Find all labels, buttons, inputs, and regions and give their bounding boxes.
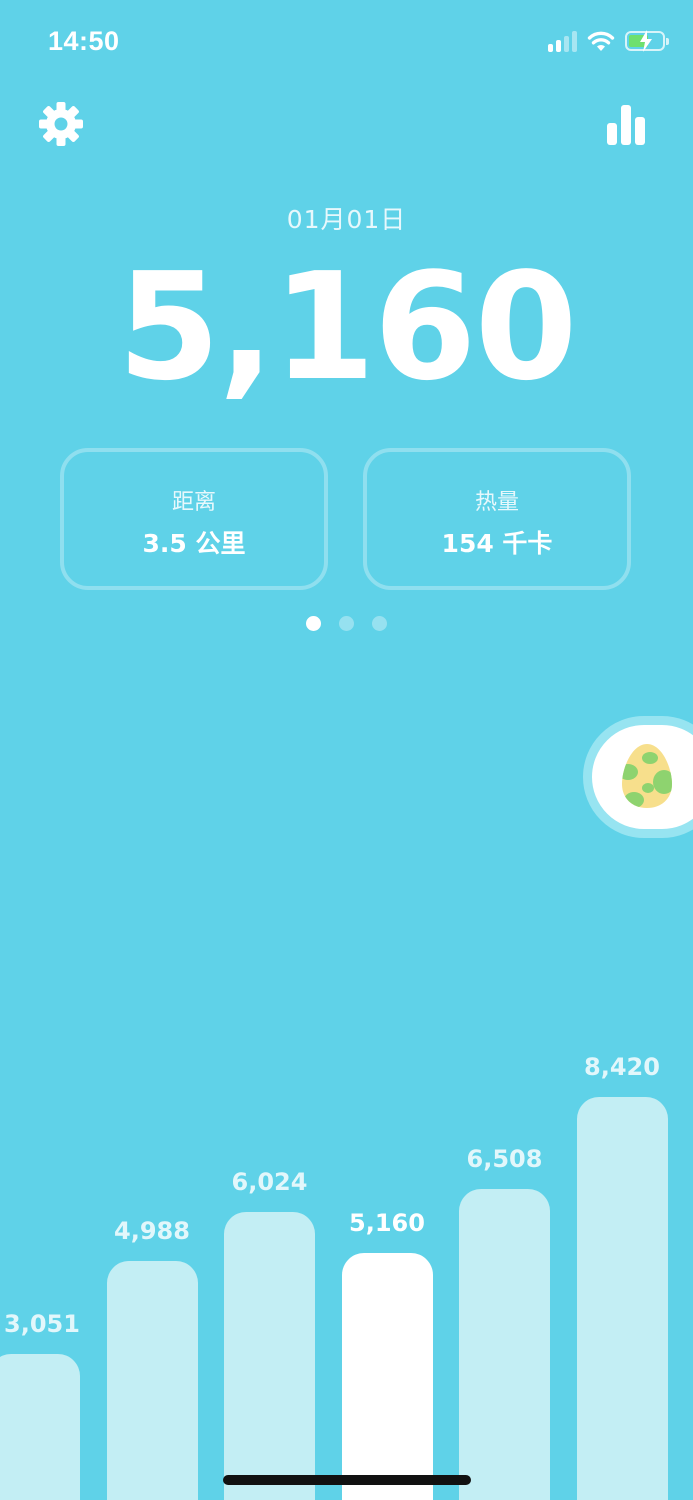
- settings-button[interactable]: [38, 101, 84, 147]
- wifi-icon: [587, 31, 615, 51]
- gear-icon: [39, 102, 83, 146]
- step-counter-screen: 14:50 01月01日 5,160 距离 3.5 公里 热量 154 千卡 3…: [0, 0, 693, 1500]
- battery-charging-icon: [625, 30, 669, 52]
- chart-bar[interactable]: [341, 1253, 433, 1500]
- egg-icon: [622, 744, 672, 808]
- distance-label: 距离: [171, 490, 216, 515]
- calories-label: 热量: [474, 490, 519, 515]
- home-indicator[interactable]: [223, 1475, 471, 1485]
- chart-bar-value-label: 5,160: [349, 1209, 425, 1238]
- calories-card[interactable]: 热量 154 千卡: [363, 448, 631, 590]
- calories-value: 154 千卡: [441, 529, 553, 558]
- chart-bar[interactable]: [576, 1097, 668, 1500]
- distance-value: 3.5 公里: [142, 529, 246, 558]
- page-indicator: [0, 616, 693, 631]
- chart-bar[interactable]: [0, 1353, 80, 1500]
- status-time: 14:50: [48, 26, 120, 56]
- step-count: 5,160: [117, 241, 577, 413]
- chart-bar-value-label: 6,508: [466, 1144, 543, 1173]
- signal-icon: [548, 30, 577, 52]
- page-dot[interactable]: [339, 616, 354, 631]
- chart-bar-value-label: 4,988: [114, 1217, 190, 1246]
- statistics-button[interactable]: [607, 103, 645, 145]
- page-dot[interactable]: [306, 616, 321, 631]
- chart-bar-value-label: 3,051: [4, 1309, 80, 1338]
- chart-bar-value-label: 6,024: [231, 1167, 308, 1196]
- bar-chart-icon: [607, 123, 617, 145]
- bar-chart-icon: [635, 117, 645, 145]
- distance-card[interactable]: 距离 3.5 公里: [60, 448, 328, 590]
- chart-bar[interactable]: [459, 1188, 550, 1500]
- page-dot[interactable]: [372, 616, 387, 631]
- egg-button[interactable]: [583, 716, 693, 838]
- date-label: 01月01日: [286, 205, 407, 234]
- chart-bar[interactable]: [106, 1261, 198, 1500]
- chart-bar[interactable]: [224, 1211, 315, 1500]
- bar-chart-icon: [621, 105, 631, 145]
- chart-bar-value-label: 8,420: [584, 1053, 660, 1081]
- status-icons: [548, 30, 669, 52]
